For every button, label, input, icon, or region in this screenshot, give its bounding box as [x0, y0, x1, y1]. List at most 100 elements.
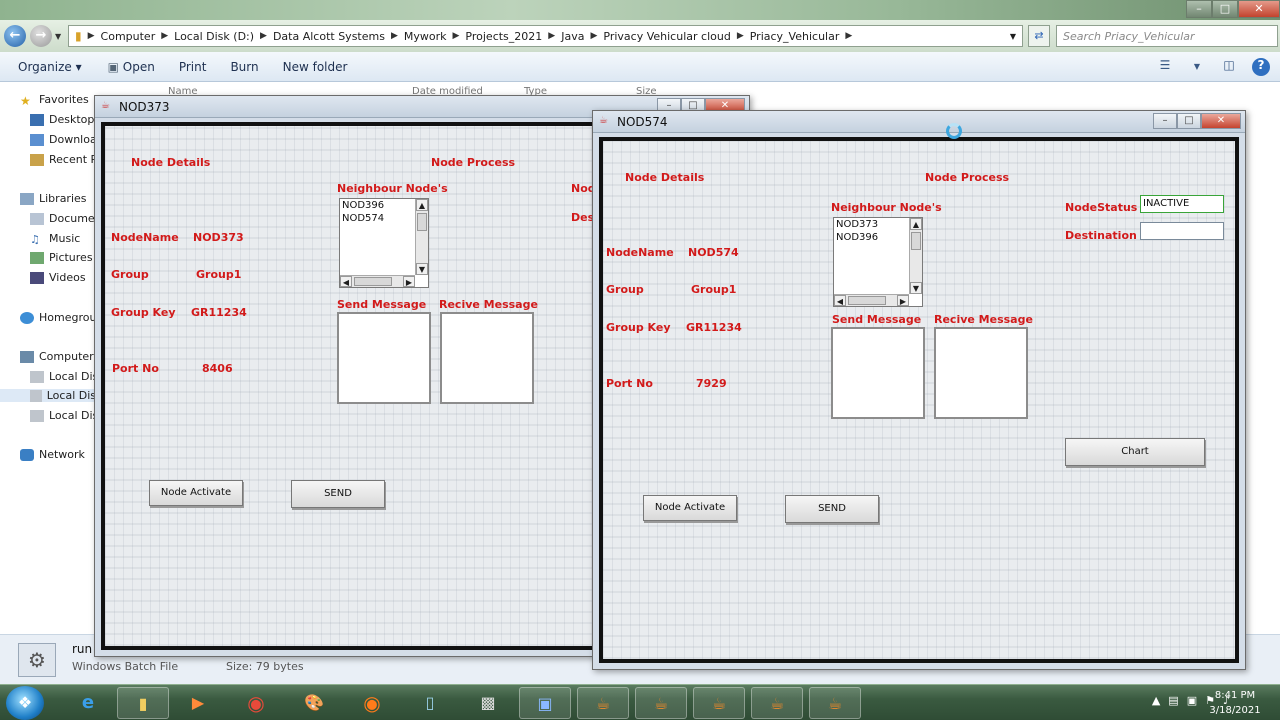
close-icon[interactable]: ✕ — [1201, 113, 1241, 129]
scroll-thumb[interactable] — [848, 296, 886, 305]
nav-local-disk-c[interactable]: Local Dis — [30, 370, 98, 383]
new-folder-button[interactable]: New folder — [283, 60, 348, 74]
scroll-thumb[interactable] — [354, 277, 392, 286]
node-status-field[interactable]: INACTIVE — [1140, 195, 1224, 213]
change-view-icon[interactable]: ☰ — [1156, 58, 1174, 76]
breadcrumb[interactable]: ▮ ▶ Computer ▶ Local Disk (D:) ▶ Data Al… — [68, 25, 1023, 47]
scroll-left-icon[interactable]: ◀ — [834, 295, 846, 306]
recive-message-textarea[interactable] — [440, 312, 534, 404]
nav-videos[interactable]: Videos — [30, 271, 86, 284]
vertical-scrollbar[interactable]: ▲ ▼ — [909, 218, 922, 294]
neighbour-nodes-list[interactable]: NOD373 NOD396 ▲ ▼ ◀ ▶ — [833, 217, 923, 307]
java-app-icon[interactable]: ☕ — [693, 687, 745, 719]
recent-pages-chevron-icon[interactable]: ▼ — [55, 32, 61, 41]
nav-recent-places[interactable]: Recent Pl — [30, 153, 100, 166]
close-icon[interactable]: ✕ — [1238, 0, 1280, 18]
frame-titlebar[interactable]: ☕ NOD574 – □ ✕ — [593, 111, 1245, 133]
neighbour-nodes-list[interactable]: NOD396 NOD574 ▲ ▼ ◀ ▶ — [339, 198, 429, 288]
internet-explorer-icon[interactable]: e — [62, 687, 114, 719]
network-connection-icon[interactable]: ▣ — [519, 687, 571, 719]
nav-documents[interactable]: Documen — [30, 212, 102, 225]
print-button[interactable]: Print — [179, 60, 207, 74]
network-status-icon[interactable]: ▣ — [1187, 694, 1197, 707]
nav-computer[interactable]: Computer — [20, 350, 94, 363]
breadcrumb-item[interactable]: Mywork — [404, 30, 447, 43]
java-app-icon[interactable]: ☕ — [809, 687, 861, 719]
scroll-up-icon[interactable]: ▲ — [416, 199, 428, 211]
node-process-heading: Node Process — [925, 171, 1010, 184]
scroll-down-icon[interactable]: ▼ — [416, 263, 428, 275]
breadcrumb-item[interactable]: Local Disk (D:) — [174, 30, 254, 43]
minimize-icon[interactable]: – — [1186, 0, 1212, 18]
chrome-icon[interactable]: ◉ — [230, 687, 282, 719]
destination-field[interactable] — [1140, 222, 1224, 240]
breadcrumb-item[interactable]: Projects_2021 — [465, 30, 542, 43]
nav-homegroup[interactable]: Homegrou — [20, 311, 96, 324]
scroll-right-icon[interactable]: ▶ — [403, 276, 415, 287]
preview-pane-icon[interactable]: ◫ — [1220, 58, 1238, 76]
minimize-icon[interactable]: – — [1153, 113, 1177, 129]
scroll-down-icon[interactable]: ▼ — [910, 282, 922, 294]
nav-local-disk-e[interactable]: Local Dis — [30, 409, 98, 422]
nodename-label: NodeName — [111, 231, 179, 244]
nav-network[interactable]: Network — [20, 448, 85, 461]
scroll-thumb[interactable] — [911, 232, 921, 250]
nav-downloads[interactable]: Downloa — [30, 133, 97, 146]
organize-button[interactable]: Organize ▾ — [18, 60, 82, 74]
scroll-thumb[interactable] — [417, 213, 427, 231]
show-hidden-icons-icon[interactable]: ▲ — [1152, 694, 1160, 707]
breadcrumb-item[interactable]: Data Alcott Systems — [273, 30, 385, 43]
send-message-textarea[interactable] — [337, 312, 431, 404]
scroll-left-icon[interactable]: ◀ — [340, 276, 352, 287]
system-clock[interactable]: 8:41 PM 3/18/2021 — [1200, 688, 1270, 718]
nav-music[interactable]: ♫ Music — [30, 232, 80, 246]
open-button[interactable]: ▣ Open — [108, 60, 155, 74]
burn-button[interactable]: Burn — [230, 60, 258, 74]
address-dropdown-icon[interactable]: ▼ — [1010, 32, 1016, 41]
java-app-icon[interactable]: ☕ — [635, 687, 687, 719]
maximize-icon[interactable]: □ — [1177, 113, 1201, 129]
send-message-textarea[interactable] — [831, 327, 925, 419]
breadcrumb-separator-icon: ▶ — [736, 31, 744, 41]
node-activate-button[interactable]: Node Activate — [643, 495, 737, 521]
maximize-icon[interactable]: □ — [1212, 0, 1238, 18]
notepad-icon[interactable]: ▯ — [404, 687, 456, 719]
forward-button[interactable]: → — [30, 25, 52, 47]
nav-label: Local Dis — [46, 389, 96, 402]
help-icon[interactable]: ? — [1252, 58, 1270, 76]
node-activate-button[interactable]: Node Activate — [149, 480, 243, 506]
breadcrumb-item[interactable]: Computer — [101, 30, 156, 43]
view-dropdown-icon[interactable]: ▼ — [1188, 58, 1206, 76]
back-button[interactable]: ← — [4, 25, 26, 47]
horizontal-scrollbar[interactable]: ◀ ▶ — [834, 294, 909, 306]
scroll-right-icon[interactable]: ▶ — [897, 295, 909, 306]
start-button[interactable]: ❖ — [6, 686, 44, 720]
java-app-icon[interactable]: ☕ — [577, 687, 629, 719]
send-button[interactable]: SEND — [785, 495, 879, 523]
nav-libraries[interactable]: Libraries — [20, 192, 87, 205]
media-player-icon[interactable]: ▶ — [172, 687, 224, 719]
vertical-scrollbar[interactable]: ▲ ▼ — [415, 199, 428, 275]
scroll-up-icon[interactable]: ▲ — [910, 218, 922, 230]
chart-button[interactable]: Chart — [1065, 438, 1205, 466]
refresh-icon[interactable]: ⇄ — [1028, 25, 1050, 47]
group-value: Group1 — [691, 283, 737, 296]
firefox-icon[interactable]: ◉ — [346, 687, 398, 719]
breadcrumb-item[interactable]: Priacy_Vehicular — [750, 30, 840, 43]
java-app-icon[interactable]: ☕ — [751, 687, 803, 719]
file-explorer-icon[interactable]: ▮ — [117, 687, 169, 719]
paint-icon[interactable]: 🎨 — [288, 687, 340, 719]
send-button[interactable]: SEND — [291, 480, 385, 508]
nav-favorites[interactable]: ★ Favorites — [20, 93, 89, 108]
nav-local-disk-d[interactable]: Local Dis — [0, 389, 96, 402]
search-input[interactable]: Search Priacy_Vehicular — [1056, 25, 1278, 47]
nav-desktop[interactable]: Desktop — [30, 113, 94, 126]
signal-icon[interactable]: ▤ — [1168, 694, 1178, 707]
command-prompt-icon[interactable]: ▩ — [462, 687, 514, 719]
breadcrumb-item[interactable]: Privacy Vehicular cloud — [603, 30, 730, 43]
nav-pictures[interactable]: Pictures — [30, 251, 93, 264]
recive-message-textarea[interactable] — [934, 327, 1028, 419]
breadcrumb-item[interactable]: Java — [561, 30, 584, 43]
horizontal-scrollbar[interactable]: ◀ ▶ — [340, 275, 415, 287]
node-details-heading: Node Details — [625, 171, 705, 184]
